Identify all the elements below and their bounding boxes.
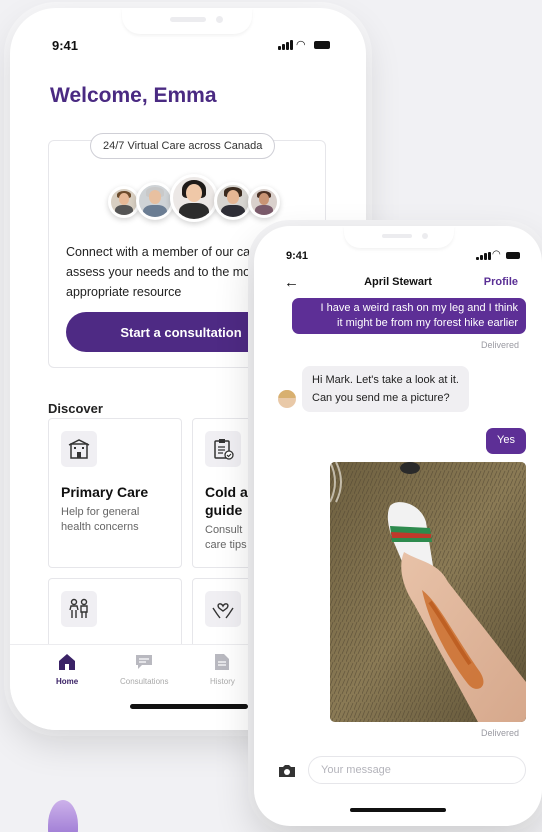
phone-notch bbox=[344, 226, 454, 248]
status-time: 9:41 bbox=[286, 250, 309, 262]
wifi-icon: ◠ bbox=[296, 39, 306, 51]
signal-icon bbox=[278, 40, 293, 50]
profile-link[interactable]: Profile bbox=[484, 276, 518, 288]
delivered-status: Delivered bbox=[481, 340, 520, 350]
avatar bbox=[248, 186, 280, 218]
message-incoming: Hi Mark. Let's take a look at it. Can yo… bbox=[302, 366, 469, 412]
message-line: I have a weird rash on my leg and I thin… bbox=[320, 302, 519, 314]
tile-title: Primary Care bbox=[61, 484, 149, 500]
care-pill: 24/7 Virtual Care across Canada bbox=[90, 133, 276, 159]
tab-label: History bbox=[210, 677, 235, 686]
battery-icon bbox=[506, 252, 520, 259]
message-line: Hi Mark. Let's take a look at it. bbox=[312, 374, 459, 386]
phone-notch bbox=[122, 8, 252, 34]
avatar bbox=[136, 182, 174, 220]
message-input[interactable] bbox=[308, 756, 526, 784]
camera-icon[interactable] bbox=[278, 764, 296, 783]
tab-consultations[interactable]: Consultations bbox=[120, 653, 168, 686]
document-icon bbox=[215, 654, 230, 670]
chat-header: ← April Stewart Profile bbox=[254, 272, 542, 298]
message-outgoing-yes: Yes bbox=[486, 428, 526, 454]
home-indicator bbox=[130, 704, 248, 709]
delivered-status: Delivered bbox=[481, 728, 520, 738]
status-time: 9:41 bbox=[52, 38, 79, 53]
message-line: Can you send me a picture? bbox=[312, 392, 450, 404]
message-outgoing: I have a weird rash on my leg and I thin… bbox=[292, 298, 526, 334]
home-icon bbox=[59, 654, 76, 670]
chat-icon bbox=[136, 655, 153, 669]
message-line: Yes bbox=[497, 434, 515, 446]
contact-avatar bbox=[278, 390, 296, 408]
message-line: it might be from my forest hike earlier bbox=[337, 317, 518, 329]
tab-home[interactable]: Home bbox=[56, 653, 78, 686]
discover-heading: Discover bbox=[48, 401, 103, 416]
heart-hands-icon bbox=[205, 591, 241, 627]
message-composer bbox=[272, 756, 526, 786]
tab-label: Consultations bbox=[120, 677, 169, 686]
brand-flame-logo bbox=[48, 800, 78, 832]
clipboard-icon bbox=[205, 431, 241, 467]
tab-history[interactable]: History bbox=[210, 653, 235, 686]
family-icon bbox=[61, 591, 97, 627]
avatar bbox=[214, 182, 252, 220]
hospital-icon bbox=[61, 431, 97, 467]
tile-desc: Help for general health concerns bbox=[61, 506, 140, 533]
rash-photo[interactable] bbox=[330, 462, 526, 722]
avatar bbox=[170, 174, 218, 222]
tile-primary-care[interactable]: Primary Care Help for general health con… bbox=[48, 418, 182, 568]
welcome-heading: Welcome, Emma bbox=[50, 84, 217, 107]
signal-icon bbox=[476, 252, 491, 260]
tab-label: Home bbox=[56, 677, 79, 686]
home-indicator bbox=[350, 808, 446, 812]
battery-icon bbox=[314, 41, 330, 49]
wifi-icon: ◠ bbox=[492, 249, 501, 260]
